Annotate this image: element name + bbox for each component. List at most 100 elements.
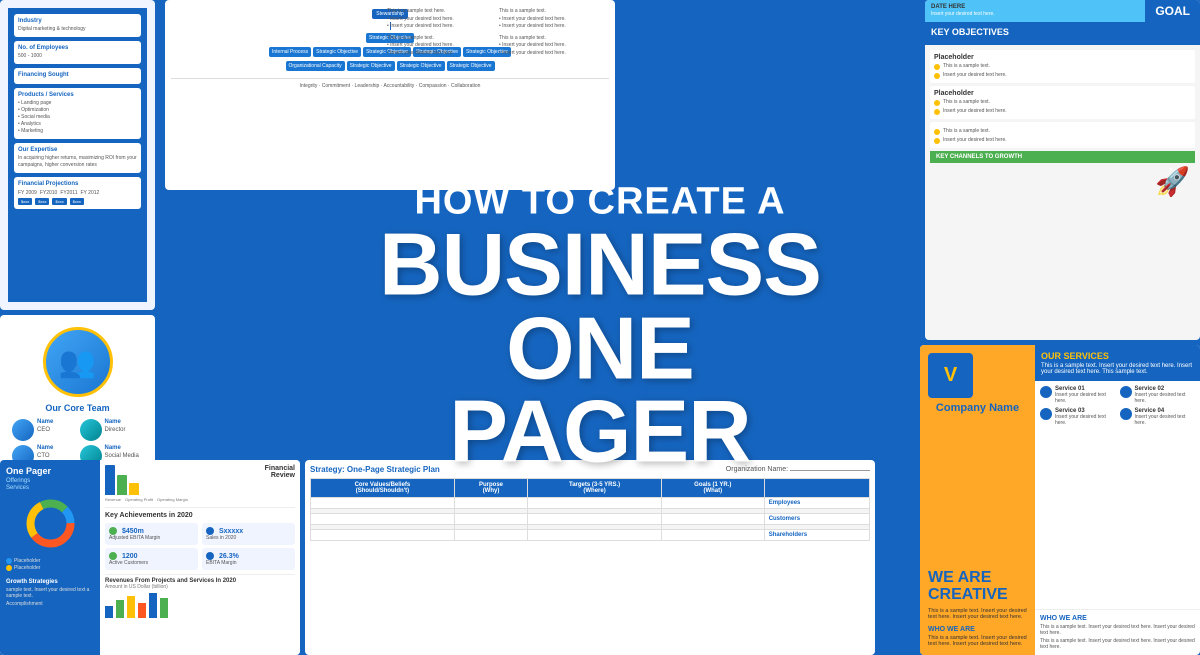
achievements-row-2: 1200 Active Customers 26.3% EBITA Margin: [105, 548, 295, 570]
member1-photo: [12, 419, 34, 441]
donut-chart: [23, 496, 78, 551]
bar-labels: Revenue Operating Profit Operating Margi…: [105, 497, 239, 502]
employees-side-label: Employees: [764, 498, 869, 509]
financial-layout: One Pager Offerings Services Placeholder…: [0, 460, 300, 655]
achievement-4: 26.3% EBITA Margin: [202, 548, 295, 570]
goal-badge-text: GOAL: [1155, 4, 1190, 18]
placeholder-box-1: Placeholder This is a sample text. Inser…: [930, 50, 1195, 83]
financing-label: Financing Sought: [18, 72, 137, 78]
bar-revenue: [105, 465, 115, 495]
achievement-2: Sxxxxx Sales in 2020: [202, 523, 295, 545]
services-header-section: OUR SERVICES This is a sample text. Inse…: [1035, 345, 1200, 381]
col-header-3: Targets (3-5 YRS.)(Where): [528, 479, 662, 498]
services-description: This is a sample text. Insert your desir…: [1041, 363, 1194, 375]
one-pager-label: ONE PAGER: [360, 307, 840, 474]
key-channels-label: KEY CHANNELS TO GROWTH: [936, 154, 1189, 160]
key-achievements-title: Key Achievements in 2020: [105, 512, 295, 519]
team-silhouette-icon: 👥: [59, 345, 96, 380]
revenues-unit: Amount in US Dollar (billion): [105, 584, 295, 590]
bullet-icon: [934, 129, 940, 135]
card-strategic-plan: Strategy: One-Page Strategic Plan Organi…: [305, 460, 875, 655]
company-description: This is a sample text. Insert your desir…: [928, 608, 1027, 620]
col-header-2: Purpose(Why): [454, 479, 527, 498]
services-card-label: Services: [6, 485, 94, 491]
center-text-overlay: HOW TO CREATE A BUSINESS ONE PAGER: [360, 181, 840, 474]
bullet-icon: [934, 109, 940, 115]
goal-header: DATE HERE Insert your desired text here.…: [925, 0, 1200, 22]
goal-badge: GOAL: [1145, 0, 1200, 22]
service3-icon: [1040, 408, 1052, 420]
achievements-row: $450m Adjusted EBITA Margin Sxxxxx Sales…: [105, 523, 295, 545]
green-dot-icon-2: [109, 552, 117, 560]
table-row: Employees: [311, 498, 870, 509]
financial-right: Revenue Operating Profit Operating Margi…: [100, 460, 300, 655]
blue-dot-icon: [206, 527, 214, 535]
expertise-label: Our Expertise: [18, 147, 137, 153]
business-label: BUSINESS: [360, 223, 840, 307]
achievement-label-4: EBITA Margin: [206, 560, 291, 566]
date-placeholder: Insert your desired text here.: [931, 11, 1139, 17]
key-channels-bar: KEY CHANNELS TO GROWTH: [930, 151, 1195, 163]
key-objectives-section: KEY OBJECTIVES: [925, 22, 1200, 45]
bullet-icon: [934, 138, 940, 144]
bar-chart: [105, 465, 239, 495]
service-item-4: Service 04 Insert your desired text here…: [1120, 408, 1196, 426]
company-name-text: Company Name: [928, 402, 1027, 414]
employees-label: No. of Employees: [18, 45, 68, 51]
table-row: Shareholders: [311, 530, 870, 541]
col-header-1: Core Values/Beliefs(Should/Shouldn't): [311, 479, 455, 498]
green-dot-icon: [109, 527, 117, 535]
revenues-section: Revenues From Projects and Services In 2…: [105, 574, 295, 618]
company-services-layout: V Company Name WE ARE CREATIVE This is a…: [920, 345, 1200, 655]
bar-operating-margin: [129, 483, 139, 495]
bar-operating-profit: [117, 475, 127, 495]
achievement-value-2: Sxxxxx: [219, 528, 243, 535]
service1-icon: [1040, 386, 1052, 398]
card-business-plan: Industry Digital marketing & technology …: [0, 0, 155, 310]
service2-icon: [1120, 386, 1132, 398]
org-values: Integrity · Commitment · Leadership · Ac…: [171, 78, 609, 89]
we-are-creative-text: WE ARE CREATIVE: [928, 569, 1027, 604]
achievement-1: $450m Adjusted EBITA Margin: [105, 523, 198, 545]
date-section: DATE HERE Insert your desired text here.: [925, 0, 1145, 22]
company-info-left: V Company Name WE ARE CREATIVE This is a…: [920, 345, 1035, 655]
strategic-table: Core Values/Beliefs(Should/Shouldn't) Pu…: [310, 478, 870, 541]
achievement-label-2: Sales in 2020: [206, 535, 291, 541]
key-achievements-section: Key Achievements in 2020 $450m Adjusted …: [105, 512, 295, 570]
revenue-bar-chart: [105, 593, 295, 618]
bullet-icon: [934, 100, 940, 106]
achievement-label-1: Adjusted EBITA Margin: [109, 535, 194, 541]
products-label: Products / Services: [18, 92, 137, 98]
core-team-title: Our Core Team: [12, 403, 143, 413]
bullet-icon: [934, 73, 940, 79]
team-member-2: Name Director: [80, 419, 144, 441]
team-member-1: Name CEO: [12, 419, 76, 441]
table-row: Customers: [311, 514, 870, 525]
objectives-content: Placeholder This is a sample text. Inser…: [925, 45, 1200, 205]
service4-icon: [1120, 408, 1132, 420]
achievement-value-4: 26.3%: [219, 553, 239, 560]
financial-proj-label: Financial Projections: [18, 181, 137, 187]
placeholder-box-3: This is a sample text. Insert your desir…: [930, 122, 1195, 148]
services-list: Service 01 Insert your desired text here…: [1035, 381, 1200, 609]
main-container: HOW TO CREATE A BUSINESS ONE PAGER Indus…: [0, 0, 1200, 655]
financial-review-title: Financial Review: [245, 465, 295, 502]
customers-side-label: Customers: [764, 514, 869, 525]
services-title: OUR SERVICES: [1041, 351, 1194, 361]
shareholders-side-label: Shareholders: [764, 530, 869, 541]
placeholder-box-2: Placeholder This is a sample text. Inser…: [930, 86, 1195, 119]
bullet-icon: [934, 64, 940, 70]
who-text: This is a sample text. Insert your desir…: [928, 635, 1027, 647]
company-logo-block: V: [928, 353, 973, 398]
who-we-are-label: WHO WE ARE: [928, 626, 1027, 633]
services-right: OUR SERVICES This is a sample text. Inse…: [1035, 345, 1200, 655]
achievement-value-3: 1200: [122, 553, 138, 560]
achievement-value-1: $450m: [122, 528, 144, 535]
who-we-are-right-text: This is a sample text. Insert your desir…: [1040, 624, 1195, 636]
achievement-label-3: Active Customers: [109, 560, 194, 566]
blue-dot-icon-2: [206, 552, 214, 560]
col-header-5: [764, 479, 869, 498]
rocket-icon: 🚀: [930, 163, 1195, 200]
card-company-services: V Company Name WE ARE CREATIVE This is a…: [920, 345, 1200, 655]
services-grid: Service 01 Insert your desired text here…: [1040, 386, 1195, 426]
